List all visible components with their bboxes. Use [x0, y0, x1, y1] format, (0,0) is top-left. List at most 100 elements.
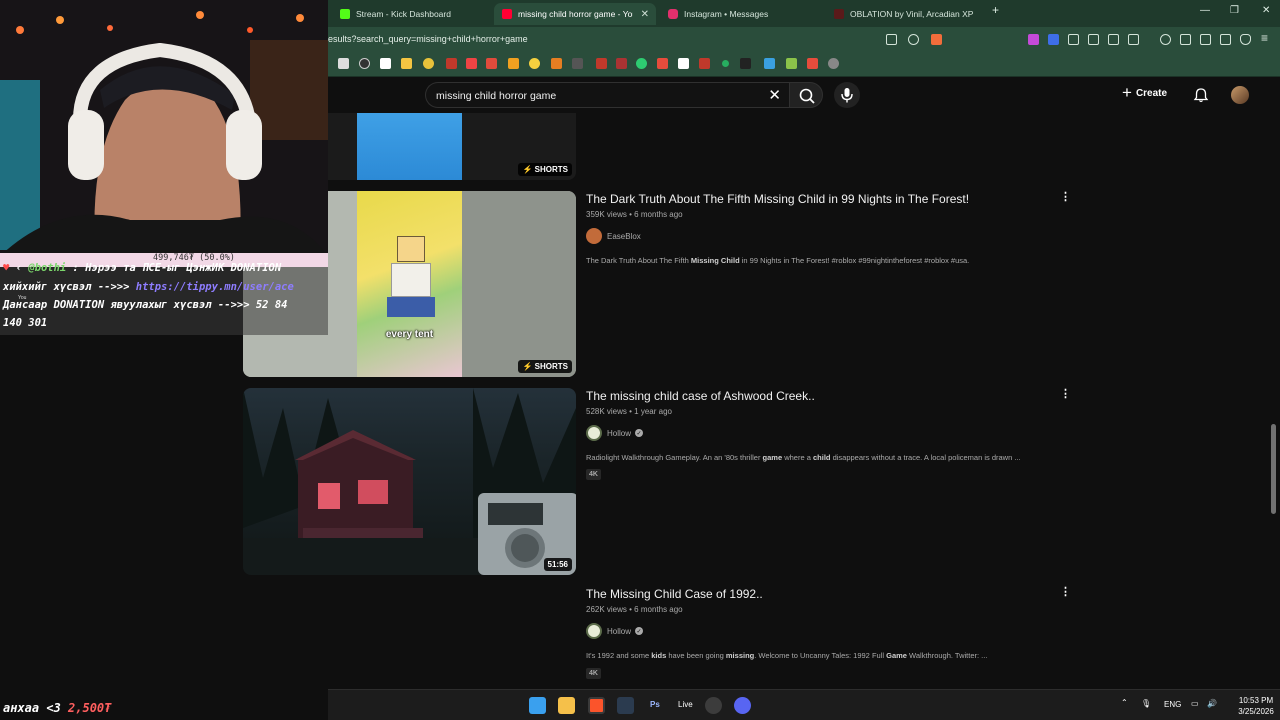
bookmark-icon[interactable] [359, 58, 370, 69]
brave-browser-icon[interactable] [588, 697, 605, 714]
search-button[interactable] [789, 82, 823, 108]
wallet-icon[interactable] [1200, 34, 1211, 45]
tab-oblation[interactable]: OBLATION by Vinil, Arcadian XP [826, 3, 988, 25]
chat-line: ♥ ‹ @bothi : Нэрээ та ПСЕ-ыг ЦэнжИК DONA… [3, 262, 282, 274]
extension-icon[interactable] [1068, 34, 1079, 45]
create-label: Create [1135, 87, 1168, 99]
bookmark-icon[interactable] [529, 58, 540, 69]
photoshop-icon[interactable]: Ps [650, 700, 660, 709]
tab-label: Instagram • Messages [684, 9, 769, 19]
bookmark-icon[interactable] [740, 58, 751, 69]
more-actions-icon[interactable]: ⋮ [1060, 585, 1071, 598]
tab-instagram[interactable]: Instagram • Messages [660, 3, 822, 25]
start-menu-icon[interactable] [529, 697, 546, 714]
close-tab-icon[interactable]: ✕ [641, 9, 649, 20]
video-title[interactable]: The Dark Truth About The Fifth Missing C… [586, 192, 969, 206]
shorts-badge: ⚡ SHORTS [518, 360, 572, 373]
bookmark-icon[interactable] [446, 58, 457, 69]
sidebar-icon[interactable] [1180, 34, 1191, 45]
bookmark-icon[interactable] [678, 58, 689, 69]
bookmark-icon[interactable] [722, 60, 729, 67]
more-actions-icon[interactable]: ⋮ [1060, 190, 1071, 203]
extension-icon[interactable] [1028, 34, 1039, 45]
url-text[interactable]: esults?search_query=missing+child+horror… [328, 34, 528, 44]
bookmark-icon[interactable] [764, 58, 775, 69]
language-indicator[interactable]: ENG [1164, 700, 1181, 709]
network-icon[interactable]: ▭ [1191, 699, 1199, 708]
video-title[interactable]: The Missing Child Case of 1992.. [586, 587, 763, 601]
bookmark-icon[interactable] [551, 58, 562, 69]
clear-search-icon[interactable]: ✕ [768, 86, 781, 104]
quality-badge: 4K [586, 668, 601, 679]
video-thumbnail[interactable]: ⚡ SHORTS [328, 113, 576, 180]
extension-icon[interactable] [1048, 34, 1059, 45]
discord-icon[interactable] [734, 697, 751, 714]
you-label: You [18, 295, 27, 301]
obs-icon[interactable] [705, 697, 722, 714]
close-window-icon[interactable]: ✕ [1262, 5, 1270, 16]
leo-icon[interactable] [1220, 34, 1231, 45]
minimize-icon[interactable]: — [1200, 5, 1210, 16]
microphone-tray-icon[interactable]: 🎙 [1141, 699, 1151, 708]
channel-link[interactable]: Hollow ✓ [586, 425, 644, 441]
bookmark-icon[interactable] [508, 58, 519, 69]
bookmark-icon[interactable] [338, 58, 349, 69]
search-query[interactable]: missing child horror game [436, 90, 556, 102]
brave-shield-icon[interactable] [931, 34, 942, 45]
bookmark-icon[interactable] [423, 58, 434, 69]
channel-avatar [586, 425, 602, 441]
bookmark-icon[interactable] [486, 58, 497, 69]
channel-link[interactable]: Hollow ✓ [586, 623, 644, 639]
share-icon[interactable] [908, 34, 919, 45]
clock-date: 3/25/2026 [1238, 707, 1274, 716]
tab-kick-dashboard[interactable]: Stream - Kick Dashboard [332, 3, 492, 25]
bookmark-icon[interactable] [596, 58, 607, 69]
cast-icon[interactable] [886, 34, 897, 45]
extension-icon[interactable] [1108, 34, 1119, 45]
quality-badge: 4K [586, 469, 601, 480]
channel-link[interactable]: EaseBlox [586, 228, 641, 244]
donation-ticker: анхаа <3 2,500₮ [3, 701, 112, 715]
bookmark-icon[interactable] [657, 58, 668, 69]
plus-icon: + [1122, 83, 1132, 102]
channel-name: EaseBlox [607, 231, 641, 241]
bookmark-icon[interactable] [572, 58, 583, 69]
tab-youtube-search[interactable]: missing child horror game - You ✕ [494, 3, 656, 25]
video-meta: 359K views • 6 months ago [586, 210, 683, 219]
bookmark-icon[interactable] [807, 58, 818, 69]
live-app-icon[interactable]: Live [678, 700, 693, 709]
davinci-icon[interactable] [617, 697, 634, 714]
thumbnail-image: every tent [357, 191, 462, 377]
instagram-icon [668, 9, 678, 19]
bookmark-icon[interactable] [786, 58, 797, 69]
chevron-up-icon[interactable]: ⌃ [1121, 698, 1128, 707]
bookmark-icon[interactable] [699, 58, 710, 69]
vpn-shield-icon[interactable] [1240, 34, 1251, 45]
voice-search-button[interactable] [834, 82, 860, 108]
webcam-image [0, 0, 328, 256]
notifications-bell-icon[interactable] [1193, 87, 1209, 103]
video-thumbnail[interactable]: 51:56 [243, 388, 576, 575]
page-scrollbar[interactable] [1271, 424, 1276, 514]
bookmark-icon[interactable] [616, 58, 627, 69]
bookmark-icon[interactable] [828, 58, 839, 69]
bookmark-icon[interactable] [380, 58, 391, 69]
bookmark-icon[interactable] [636, 58, 647, 69]
bookmark-icon[interactable] [466, 58, 477, 69]
system-clock[interactable]: 10:53 PM 3/25/2026 [1234, 695, 1278, 717]
volume-icon[interactable]: 🔊 [1207, 699, 1217, 708]
video-meta: 528K views • 1 year ago [586, 407, 672, 416]
puzzle-icon[interactable] [1088, 34, 1099, 45]
download-icon[interactable] [1160, 34, 1171, 45]
bookmark-icon[interactable] [401, 58, 412, 69]
restore-icon[interactable]: ❐ [1230, 5, 1239, 16]
create-button[interactable]: + Create [1122, 83, 1168, 102]
extension-icon[interactable] [1128, 34, 1139, 45]
new-tab-button[interactable]: + [992, 3, 999, 17]
video-title[interactable]: The missing child case of Ashwood Creek.… [586, 389, 815, 403]
more-actions-icon[interactable]: ⋮ [1060, 387, 1071, 400]
search-input[interactable]: missing child horror game ✕ [425, 82, 789, 108]
account-avatar[interactable] [1231, 86, 1249, 104]
menu-icon[interactable]: ≡ [1261, 31, 1268, 45]
file-explorer-icon[interactable] [558, 697, 575, 714]
